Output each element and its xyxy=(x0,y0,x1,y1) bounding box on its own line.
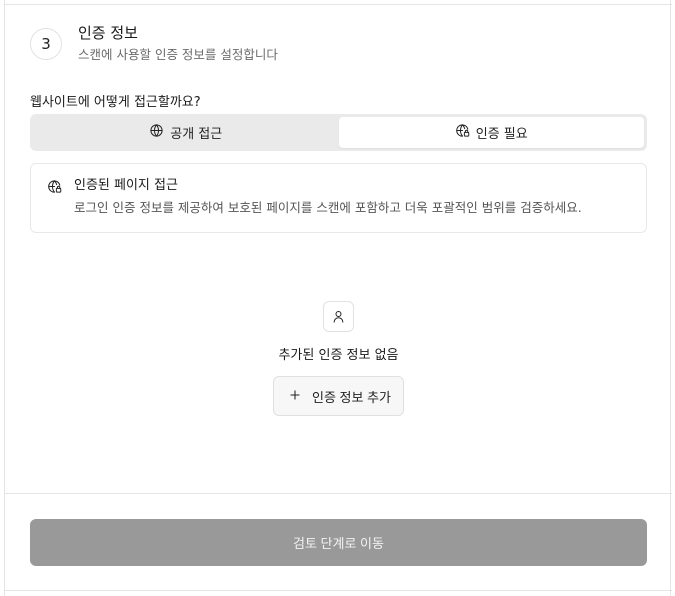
globe-icon xyxy=(149,123,164,142)
step-title: 인증 정보 xyxy=(78,24,138,42)
plus-icon xyxy=(288,388,302,405)
footer-divider xyxy=(5,493,672,494)
globe-lock-icon xyxy=(455,123,470,142)
go-to-review-button[interactable]: 검토 단계로 이동 xyxy=(30,519,647,566)
auth-required-option[interactable]: 인증 필요 xyxy=(338,117,644,148)
user-icon xyxy=(323,301,354,332)
add-credential-button[interactable]: 인증 정보 추가 xyxy=(273,376,404,416)
auth-required-label: 인증 필요 xyxy=(475,127,528,142)
step-subtitle: 스캔에 사용할 인증 정보를 설정합니다 xyxy=(78,47,278,62)
empty-title: 추가된 인증 정보 없음 xyxy=(278,348,399,363)
globe-lock-icon xyxy=(47,178,62,198)
auth-info-box: 인증된 페이지 접근 로그인 인증 정보를 제공하여 보호된 페이지를 스캔에 … xyxy=(30,163,647,233)
step-number: 3 xyxy=(30,28,62,60)
step-header: 3 인증 정보 스캔에 사용할 인증 정보를 설정합니다 xyxy=(30,24,278,63)
auth-step-card: 3 인증 정보 스캔에 사용할 인증 정보를 설정합니다 웹사이트에 어떻게 접… xyxy=(4,0,672,596)
add-credential-label: 인증 정보 추가 xyxy=(312,389,391,405)
bottom-divider xyxy=(5,590,672,591)
info-title: 인증된 페이지 접근 xyxy=(74,178,178,193)
access-mode-toggle: 공개 접근 인증 필요 xyxy=(30,114,647,151)
access-question: 웹사이트에 어떻게 접근할까요? xyxy=(30,95,201,110)
public-access-label: 공개 접근 xyxy=(170,127,223,142)
credentials-empty-state: 추가된 인증 정보 없음 인증 정보 추가 xyxy=(5,301,672,416)
public-access-option[interactable]: 공개 접근 xyxy=(33,117,339,148)
top-divider xyxy=(5,4,672,5)
info-description: 로그인 인증 정보를 제공하여 보호된 페이지를 스캔에 포함하고 더욱 포괄적… xyxy=(74,200,582,215)
